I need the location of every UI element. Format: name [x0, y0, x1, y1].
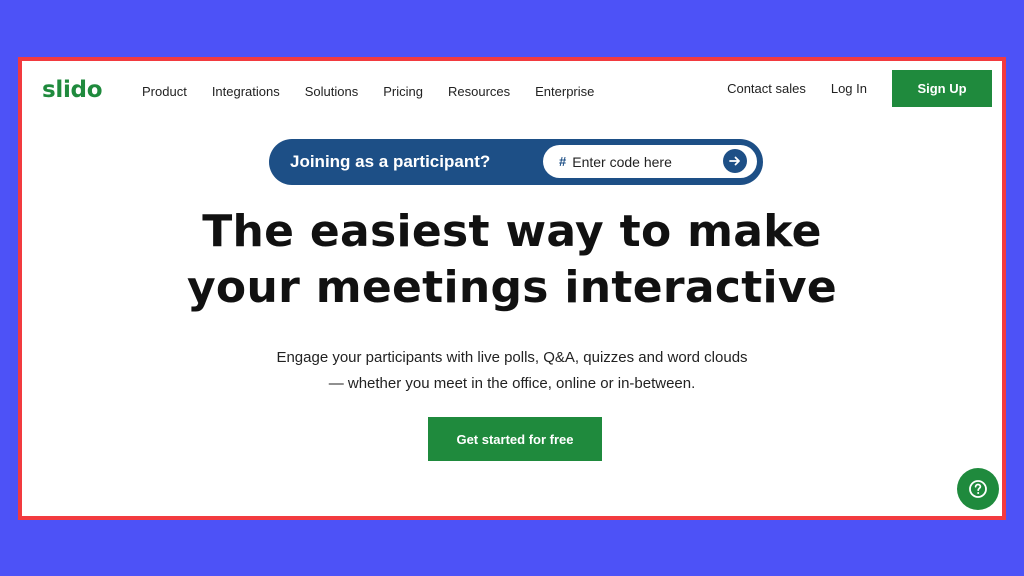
event-code-input[interactable] [570, 152, 725, 171]
hero-subtext-line-2: — whether you meet in the office, online… [328, 375, 696, 392]
hero-subtext-line-1: Engage your participants with live polls… [276, 349, 748, 366]
nav-item-integrations[interactable]: Integrations [212, 84, 280, 99]
hero-headline-line-2: your meetings interactive [186, 262, 838, 313]
nav-actions: Contact sales Log In Sign Up [727, 70, 992, 107]
login-link[interactable]: Log In [831, 81, 867, 96]
hash-icon: # [559, 154, 567, 169]
top-navigation: slido Product Integrations Solutions Pri… [22, 61, 1002, 119]
hero-headline-line-1: The easiest way to make [202, 206, 822, 257]
hero-subtext: Engage your participants with live polls… [22, 345, 1002, 397]
hero-headline: The easiest way to make your meetings in… [22, 204, 1002, 316]
arrow-right-icon[interactable] [723, 149, 747, 173]
question-circle-icon[interactable] [957, 468, 999, 510]
contact-sales-link[interactable]: Contact sales [727, 81, 806, 96]
event-code-field[interactable]: # [543, 145, 757, 178]
nav-item-resources[interactable]: Resources [448, 84, 510, 99]
nav-item-product[interactable]: Product [142, 84, 187, 99]
nav-item-solutions[interactable]: Solutions [305, 84, 358, 99]
participant-join-bar: Joining as a participant? # [269, 139, 763, 185]
browser-frame: slido Product Integrations Solutions Pri… [18, 57, 1006, 520]
get-started-button[interactable]: Get started for free [428, 417, 602, 461]
nav-links: Product Integrations Solutions Pricing R… [142, 84, 619, 99]
signup-button[interactable]: Sign Up [892, 70, 992, 107]
nav-item-pricing[interactable]: Pricing [383, 84, 423, 99]
join-label: Joining as a participant? [290, 152, 491, 171]
nav-item-enterprise[interactable]: Enterprise [535, 84, 594, 99]
slido-logo[interactable]: slido [42, 77, 103, 103]
